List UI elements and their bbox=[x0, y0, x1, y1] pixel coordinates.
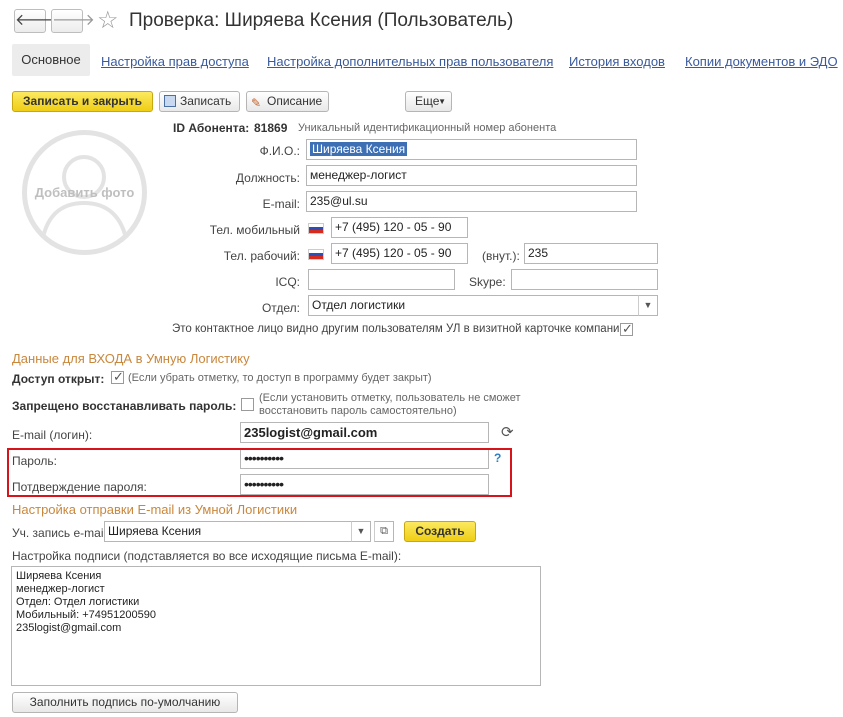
position-label: Должность: bbox=[235, 171, 300, 185]
tab-extra-rights[interactable]: Настройка дополнительных прав пользовате… bbox=[267, 54, 553, 69]
fio-field[interactable]: Ширяева Ксения bbox=[306, 139, 637, 160]
ext-field[interactable]: 235 bbox=[524, 243, 658, 264]
icq-field[interactable] bbox=[308, 269, 455, 290]
save-button-label: Записать bbox=[180, 94, 232, 108]
mobile-label: Тел. мобильный bbox=[209, 223, 300, 237]
fio-label: Ф.И.О.: bbox=[259, 144, 300, 158]
tab-access-rights[interactable]: Настройка прав доступа bbox=[101, 54, 249, 69]
signature-line: менеджер-логист bbox=[16, 583, 105, 595]
id-hint: Уникальный идентификационный номер абоне… bbox=[298, 122, 557, 134]
fio-value: Ширяева Ксения bbox=[310, 142, 408, 156]
department-label: Отдел: bbox=[261, 301, 300, 315]
add-photo[interactable]: Добавить фото bbox=[22, 130, 147, 255]
restore-checkbox[interactable] bbox=[241, 398, 254, 411]
page-title: Проверка: Ширяева Ксения (Пользователь) bbox=[129, 10, 514, 31]
id-value: 81869 bbox=[254, 121, 288, 135]
signature-line: Ширяева Ксения bbox=[16, 570, 102, 582]
signature-line: Мобильный: +74951200590 bbox=[16, 609, 156, 621]
skype-label: Skype: bbox=[469, 275, 506, 289]
skype-field[interactable] bbox=[511, 269, 658, 290]
back-button[interactable]: 🡐 bbox=[14, 9, 58, 33]
account-label: Уч. запись e-mail: bbox=[12, 526, 110, 540]
signature-line: 235logist@gmail.com bbox=[16, 622, 122, 634]
mail-section-title: Настройка отправки E-mail из Умной Логис… bbox=[12, 502, 298, 517]
save-close-button[interactable]: Записать и закрыть bbox=[12, 91, 153, 112]
department-select[interactable]: Отдел логистики bbox=[308, 295, 639, 316]
login-section-title: Данные для ВХОДА в Умную Логистику bbox=[12, 351, 250, 366]
fill-default-signature-button[interactable]: Заполнить подпись по-умолчанию bbox=[12, 692, 238, 713]
access-hint: (Если убрать отметку, то доступ в програ… bbox=[128, 372, 432, 384]
more-button-label: Еще bbox=[415, 94, 440, 108]
visible-checkbox[interactable] bbox=[620, 321, 633, 337]
signature-label: Настройка подписи (подставляется во все … bbox=[12, 549, 402, 563]
id-label: ID Абонента: bbox=[173, 121, 250, 135]
access-checkbox[interactable] bbox=[111, 369, 124, 385]
forward-button[interactable]: 🡒 bbox=[51, 9, 95, 33]
star-icon[interactable]: ☆ bbox=[97, 6, 119, 35]
restore-label: Запрещено восстанавливать пароль: bbox=[12, 399, 237, 413]
save-button[interactable]: Записать bbox=[159, 91, 240, 112]
russia-flag-icon bbox=[308, 223, 324, 234]
email-label: E-mail: bbox=[262, 197, 300, 211]
work-phone-field[interactable]: +7 (495) 120 - 05 - 90 bbox=[331, 243, 468, 264]
floppy-icon bbox=[164, 95, 176, 107]
description-icon: ✎ bbox=[251, 96, 262, 110]
open-icon[interactable]: ⧉ bbox=[374, 521, 394, 542]
login-label: E-mail (логин): bbox=[12, 428, 93, 442]
restore-hint-2: восстановить пароль самостоятельно) bbox=[259, 405, 457, 417]
arrow-right-icon: 🡒 bbox=[52, 12, 95, 29]
refresh-icon[interactable]: ⟳ bbox=[501, 423, 514, 441]
signature-textarea[interactable]: Ширяева Ксения менеджер-логист Отдел: От… bbox=[11, 566, 541, 686]
chevron-down-icon[interactable]: ▼ bbox=[351, 521, 371, 542]
create-button[interactable]: Создать bbox=[404, 521, 476, 542]
email-field[interactable]: 235@ul.su bbox=[306, 191, 637, 212]
tab-main[interactable]: Основное bbox=[12, 44, 90, 76]
russia-flag-icon bbox=[308, 249, 324, 260]
tab-document-copies[interactable]: Копии документов и ЭДО bbox=[685, 54, 838, 69]
work-phone-label: Тел. рабочий: bbox=[223, 249, 300, 263]
access-label: Доступ открыт: bbox=[12, 372, 105, 386]
mobile-phone-field[interactable]: +7 (495) 120 - 05 - 90 bbox=[331, 217, 468, 238]
description-button[interactable]: ✎ Описание bbox=[246, 91, 329, 112]
ext-label: (внут.): bbox=[482, 249, 520, 263]
position-field[interactable]: менеджер-логист bbox=[306, 165, 637, 186]
add-photo-label: Добавить фото bbox=[34, 185, 135, 200]
more-button[interactable]: Еще ▼ bbox=[405, 91, 452, 112]
highlight-box bbox=[7, 448, 512, 497]
visible-label: Это контактное лицо видно другим пользов… bbox=[172, 323, 630, 335]
tab-login-history[interactable]: История входов bbox=[569, 54, 665, 69]
login-field[interactable]: 235logist@gmail.com bbox=[240, 422, 489, 443]
signature-line: Отдел: Отдел логистики bbox=[16, 596, 140, 608]
icq-label: ICQ: bbox=[275, 275, 300, 289]
description-button-label: Описание bbox=[267, 94, 323, 108]
account-select[interactable]: Ширяева Ксения bbox=[104, 521, 352, 542]
chevron-down-icon[interactable]: ▼ bbox=[638, 295, 658, 316]
restore-hint-1: (Если установить отметку, пользователь н… bbox=[259, 392, 521, 404]
chevron-down-icon: ▼ bbox=[438, 97, 446, 106]
